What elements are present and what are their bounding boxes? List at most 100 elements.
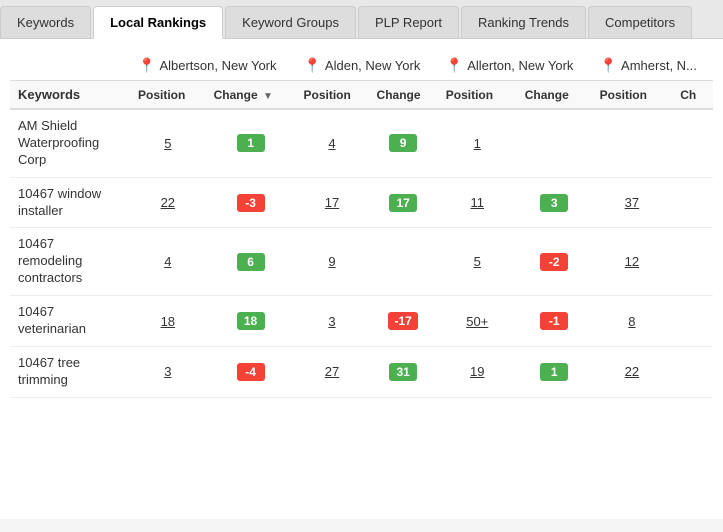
position-value[interactable]: 22	[161, 195, 175, 210]
change-badge: 9	[389, 134, 417, 152]
position-cell[interactable]: 37	[592, 177, 673, 228]
change-cell	[672, 109, 713, 177]
position-value[interactable]: 9	[328, 254, 335, 269]
position-cell[interactable]: 1	[438, 109, 517, 177]
position-cell[interactable]: 22	[130, 177, 206, 228]
position-value[interactable]: 50+	[466, 314, 488, 329]
col-header-allerton-change: Change	[517, 81, 592, 110]
tab-bar: KeywordsLocal RankingsKeyword GroupsPLP …	[0, 0, 723, 39]
tab-competitors[interactable]: Competitors	[588, 6, 692, 38]
location-amherst: 📍 Amherst, N...	[592, 51, 713, 81]
keyword-cell[interactable]: 10467 window installer	[10, 177, 130, 228]
keyword-cell[interactable]: 10467 tree trimming	[10, 346, 130, 397]
position-value[interactable]: 1	[474, 136, 481, 151]
location-albertson: 📍 Albertson, New York	[130, 51, 295, 81]
change-cell: 1	[206, 109, 296, 177]
change-cell: 1	[517, 346, 592, 397]
pin-icon-allerton: 📍	[446, 57, 463, 74]
change-cell: 9	[369, 109, 438, 177]
tab-ranking-trends[interactable]: Ranking Trends	[461, 6, 586, 38]
change-cell: -2	[517, 228, 592, 296]
change-badge: -2	[540, 253, 568, 271]
position-cell[interactable]: 17	[295, 177, 368, 228]
main-content: 📍 Albertson, New York 📍 Alden, New York …	[0, 39, 723, 519]
position-value[interactable]: 5	[474, 254, 481, 269]
table-row: 10467 remodeling contractors 4 6 9 5 -2 …	[10, 228, 713, 296]
location-allerton: 📍 Allerton, New York	[438, 51, 592, 81]
position-value[interactable]: 12	[625, 254, 639, 269]
change-cell	[517, 109, 592, 177]
position-value[interactable]: 5	[164, 136, 171, 151]
change-badge: 1	[540, 363, 568, 381]
position-cell[interactable]: 11	[438, 177, 517, 228]
col-header-amherst-pos: Position	[592, 81, 673, 110]
change-cell: 17	[369, 177, 438, 228]
tab-keywords[interactable]: Keywords	[0, 6, 91, 38]
change-badge: 3	[540, 194, 568, 212]
position-value[interactable]: 18	[161, 314, 175, 329]
location-label-allerton: Allerton, New York	[467, 58, 573, 73]
keyword-cell[interactable]: AM Shield Waterproofing Corp	[10, 109, 130, 177]
position-cell[interactable]: 50+	[438, 296, 517, 347]
col-header-alden-change: Change	[369, 81, 438, 110]
position-cell[interactable]: 4	[295, 109, 368, 177]
position-cell[interactable]: 5	[438, 228, 517, 296]
position-cell[interactable]: 3	[295, 296, 368, 347]
change-badge: -4	[237, 363, 265, 381]
position-cell[interactable]: 18	[130, 296, 206, 347]
position-value[interactable]: 27	[325, 364, 339, 379]
position-value[interactable]: 8	[628, 314, 635, 329]
location-label-amherst: Amherst, N...	[621, 58, 697, 73]
position-value[interactable]: 11	[471, 195, 485, 210]
tab-plp-report[interactable]: PLP Report	[358, 6, 459, 38]
position-cell	[592, 109, 673, 177]
change-cell	[672, 296, 713, 347]
position-cell[interactable]: 22	[592, 346, 673, 397]
location-header-row: 📍 Albertson, New York 📍 Alden, New York …	[10, 51, 713, 81]
tab-keyword-groups[interactable]: Keyword Groups	[225, 6, 356, 38]
sort-arrow-icon[interactable]: ▼	[263, 91, 273, 102]
position-value[interactable]: 3	[164, 364, 171, 379]
pin-icon-amherst: 📍	[600, 57, 617, 74]
position-value[interactable]: 22	[625, 364, 639, 379]
position-value[interactable]: 4	[328, 136, 335, 151]
change-cell	[672, 228, 713, 296]
location-label-albertson: Albertson, New York	[159, 58, 276, 73]
position-cell[interactable]: 4	[130, 228, 206, 296]
pin-icon-albertson: 📍	[138, 57, 155, 74]
keyword-cell[interactable]: 10467 remodeling contractors	[10, 228, 130, 296]
position-cell[interactable]: 8	[592, 296, 673, 347]
keyword-cell[interactable]: 10467 veterinarian	[10, 296, 130, 347]
change-badge: 6	[237, 253, 265, 271]
change-badge: 1	[237, 134, 265, 152]
table-row: 10467 tree trimming 3 -4 27 31 19 1 22	[10, 346, 713, 397]
change-cell	[672, 177, 713, 228]
position-value[interactable]: 19	[470, 364, 484, 379]
pin-icon-alden: 📍	[303, 57, 320, 74]
position-cell[interactable]: 3	[130, 346, 206, 397]
change-cell: 18	[206, 296, 296, 347]
change-badge: 18	[237, 312, 265, 330]
position-value[interactable]: 37	[625, 195, 639, 210]
change-cell	[369, 228, 438, 296]
col-header-keywords: Keywords	[10, 81, 130, 110]
position-cell[interactable]: 5	[130, 109, 206, 177]
position-value[interactable]: 3	[328, 314, 335, 329]
position-cell[interactable]: 19	[438, 346, 517, 397]
column-header-row: Keywords Position Change ▼ Position Chan…	[10, 81, 713, 110]
change-cell: -1	[517, 296, 592, 347]
change-cell	[672, 346, 713, 397]
position-value[interactable]: 17	[325, 195, 339, 210]
change-badge: 31	[389, 363, 417, 381]
table-row: 10467 veterinarian 18 18 3 -17 50+ -1 8	[10, 296, 713, 347]
col-header-albertson-pos: Position	[130, 81, 206, 110]
position-value[interactable]: 4	[164, 254, 171, 269]
change-badge: -1	[540, 312, 568, 330]
position-cell[interactable]: 9	[295, 228, 368, 296]
change-cell: 31	[369, 346, 438, 397]
col-header-albertson-change: Change ▼	[206, 81, 296, 110]
tab-local-rankings[interactable]: Local Rankings	[93, 6, 223, 39]
position-cell[interactable]: 27	[295, 346, 368, 397]
table-row: AM Shield Waterproofing Corp 5 1 4 9 1	[10, 109, 713, 177]
position-cell[interactable]: 12	[592, 228, 673, 296]
